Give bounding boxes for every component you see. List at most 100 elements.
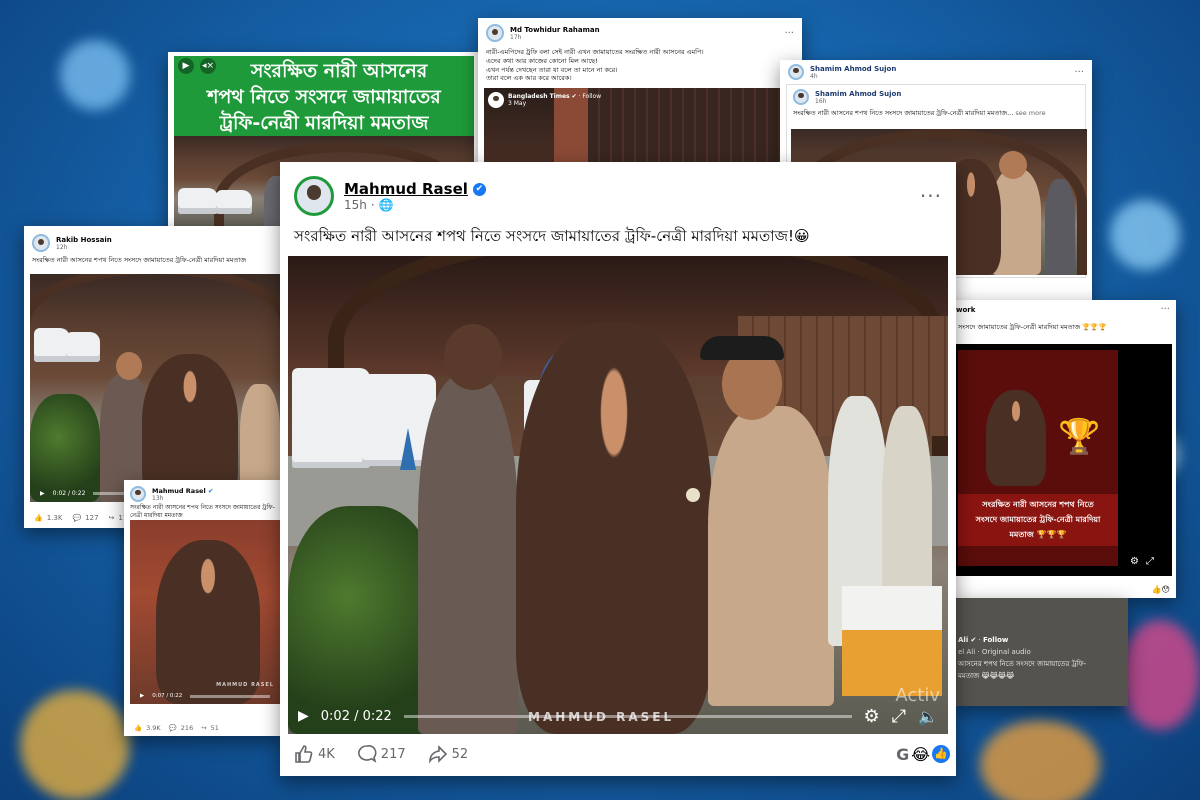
person-hijab	[516, 322, 712, 734]
like-icon[interactable]	[294, 744, 314, 764]
person-head	[444, 324, 502, 390]
post-card-main: Mahmud Rasel ✔ 15h · 🌐 ··· সংরক্ষিত নারী…	[280, 162, 956, 776]
headline-line: ট্রফি-নেত্রী মারদিয়া মমতাজ	[219, 112, 429, 134]
cap	[700, 336, 784, 360]
video-time: 0:07 / 0:22	[152, 693, 183, 699]
fullscreen-icon[interactable]: ⤢	[1146, 556, 1154, 567]
caption-line: আসনের শপথ নিতে সংসদে জামায়াতের ট্রফি-	[958, 660, 1087, 668]
post-video[interactable]: ▶ 0:07 / 0:22 MAHMUD RASEL	[130, 520, 280, 704]
mute-icon[interactable]: ◂×	[200, 58, 216, 74]
avatar[interactable]	[32, 234, 50, 252]
video-progress[interactable]	[190, 694, 270, 698]
main-video[interactable]: MAHMUD RASEL Activ ▶ 0:02 / 0:22 ⚙ ⤢ 🔈	[288, 256, 948, 734]
more-options-icon[interactable]: ···	[1160, 304, 1170, 315]
post-video[interactable]: 🏆 সংরক্ষিত নারী আসনের শপথ নিতে সংসদে জাম…	[954, 344, 1172, 576]
author-name[interactable]: Shamim Ahmod Sujon	[815, 90, 901, 98]
parked-car	[292, 368, 370, 468]
post-caption: সংরক্ষিত নারী আসনের শপথ নিতে সংসদে জামায…	[130, 504, 275, 520]
author-name[interactable]: Ali	[958, 636, 968, 644]
like-reaction-icon[interactable]: 👍	[932, 745, 950, 763]
author-name[interactable]: Shamim Ahmod Sujon	[810, 65, 896, 73]
video-time: 0:02 / 0:22	[52, 489, 86, 497]
play-icon[interactable]: ▶	[298, 708, 309, 724]
like-count: 1.3K	[46, 514, 63, 522]
headline-line: সংরক্ষিত নারী আসনের	[250, 60, 428, 82]
author-name[interactable]: Mahmud Rasel	[344, 180, 468, 198]
shared-date: 3 May	[508, 100, 527, 107]
more-options-icon[interactable]: ···	[920, 184, 942, 208]
see-more-link[interactable]: see more	[1015, 109, 1045, 117]
avatar[interactable]	[793, 89, 809, 105]
share-count: 52	[451, 746, 469, 762]
video-watermark: MAHMUD RASEL	[216, 682, 274, 688]
laugh-reaction-icon[interactable]: 😂	[911, 745, 930, 764]
video-progress[interactable]	[403, 714, 852, 718]
post-text-line: এদের কথা আর কাজের কোনো মিল আছে!	[486, 56, 598, 65]
banner-line: মমতাজ 🏆🏆🏆	[1009, 530, 1067, 539]
video-time: 0:02 / 0:22	[320, 708, 392, 724]
post-caption: সংরক্ষিত নারী আসনের শপথ নিতে সংসদে জামায…	[793, 109, 1014, 117]
more-options-icon[interactable]: ···	[1074, 67, 1084, 78]
news-headline-banner: সংরক্ষিত নারী আসনের শপথ নিতে সংসদে জামায…	[174, 56, 474, 136]
bokeh-light	[1110, 200, 1180, 270]
author-name[interactable]: Rakib Hossain	[56, 236, 112, 244]
comment-icon[interactable]	[357, 744, 377, 764]
post-text-line: তারা বলে এক আর করে আরেক।	[486, 74, 572, 83]
post-caption: সংরক্ষিত নারী আসনের শপথ নিতে সংসদে জামায…	[32, 256, 247, 264]
post-time: 13h	[152, 494, 164, 502]
headline-line: শপথ নিতে সংসদে জামায়াতের	[207, 86, 441, 108]
avatar[interactable]	[486, 24, 504, 42]
follow-link[interactable]: Follow	[582, 93, 601, 100]
post-time[interactable]: 15h	[344, 198, 367, 212]
fullscreen-icon[interactable]: ⤢	[892, 706, 906, 727]
settings-icon[interactable]: ⚙	[864, 706, 880, 727]
comment-icon[interactable]: 💬	[169, 724, 177, 732]
shared-video[interactable]: Bangladesh Times ✔ · Follow 3 May	[484, 88, 782, 166]
follow-link[interactable]: Follow	[983, 636, 1008, 644]
more-options-icon[interactable]: ···	[784, 28, 794, 39]
post-caption: সংরক্ষিত নারী আসনের শপথ নিতে সংসদে জামায…	[294, 227, 810, 245]
comment-count: 127	[85, 514, 99, 522]
comment-icon[interactable]: 💬	[72, 514, 81, 522]
shared-page-name[interactable]: Bangladesh Times	[508, 93, 570, 100]
caption-line: মমতাজ 😹😹😹😹	[958, 672, 1015, 680]
verified-badge-icon: ✔	[472, 182, 486, 196]
post-video[interactable]: ▶ 0:02 / 0:22	[30, 274, 280, 502]
video-thumbnail: 🏆 সংরক্ষিত নারী আসনের শপথ নিতে সংসদে জাম…	[958, 350, 1118, 566]
share-icon[interactable]	[428, 744, 448, 764]
bokeh-light	[20, 690, 130, 800]
video-controls: ▶ 0:02 / 0:22 ⚙ ⤢ 🔈	[288, 698, 948, 734]
reaction-icons[interactable]: 👍😯	[1152, 585, 1170, 594]
post-card-towhidur: Md Towhidur Rahaman 17h ··· নারী-এমপিদের…	[478, 18, 802, 166]
post-card-ali: Ali ✔ · Follow el Ali · Original audio আ…	[952, 598, 1128, 706]
post-text-line: এখন পর্যন্ত দেখছেন তারা যা বলে তা মানে ন…	[486, 65, 618, 74]
avatar[interactable]	[788, 64, 804, 80]
play-icon[interactable]: ▶	[140, 693, 144, 699]
page-avatar[interactable]	[488, 92, 504, 108]
person	[418, 376, 518, 734]
traffic-cone	[400, 428, 416, 470]
author-name[interactable]: Mahmud Rasel ✔	[152, 487, 213, 495]
like-icon[interactable]: 👍	[134, 724, 142, 732]
post-time: 12h	[56, 243, 68, 251]
avatar[interactable]	[294, 176, 334, 216]
gif-icon[interactable]: G	[896, 745, 909, 764]
author-name[interactable]: Md Towhidur Rahaman	[510, 26, 600, 34]
post-time: 4h	[810, 72, 818, 80]
author-name[interactable]: work	[956, 306, 975, 314]
post-card-network: work ··· সংসদে জামায়াতের ট্রফি-নেত্রী ম…	[950, 300, 1176, 598]
share-icon[interactable]: ↪	[201, 724, 206, 732]
post-time: 16h	[815, 97, 827, 105]
comment-count: 217	[380, 746, 406, 762]
share-icon[interactable]: ↪	[109, 514, 115, 522]
trophy-icon: 🏆	[1058, 417, 1101, 457]
reaction-icons[interactable]: G 😂 👍	[896, 745, 950, 764]
volume-icon[interactable]: 🔈	[918, 707, 938, 726]
comment-count: 216	[180, 724, 194, 732]
settings-icon[interactable]: ⚙	[1130, 556, 1139, 567]
play-icon[interactable]: ▶	[178, 58, 194, 74]
avatar[interactable]	[130, 486, 146, 502]
play-icon[interactable]: ▶	[40, 490, 45, 497]
like-icon[interactable]: 👍	[34, 514, 43, 522]
audio-source[interactable]: el Ali · Original audio	[958, 646, 1122, 658]
